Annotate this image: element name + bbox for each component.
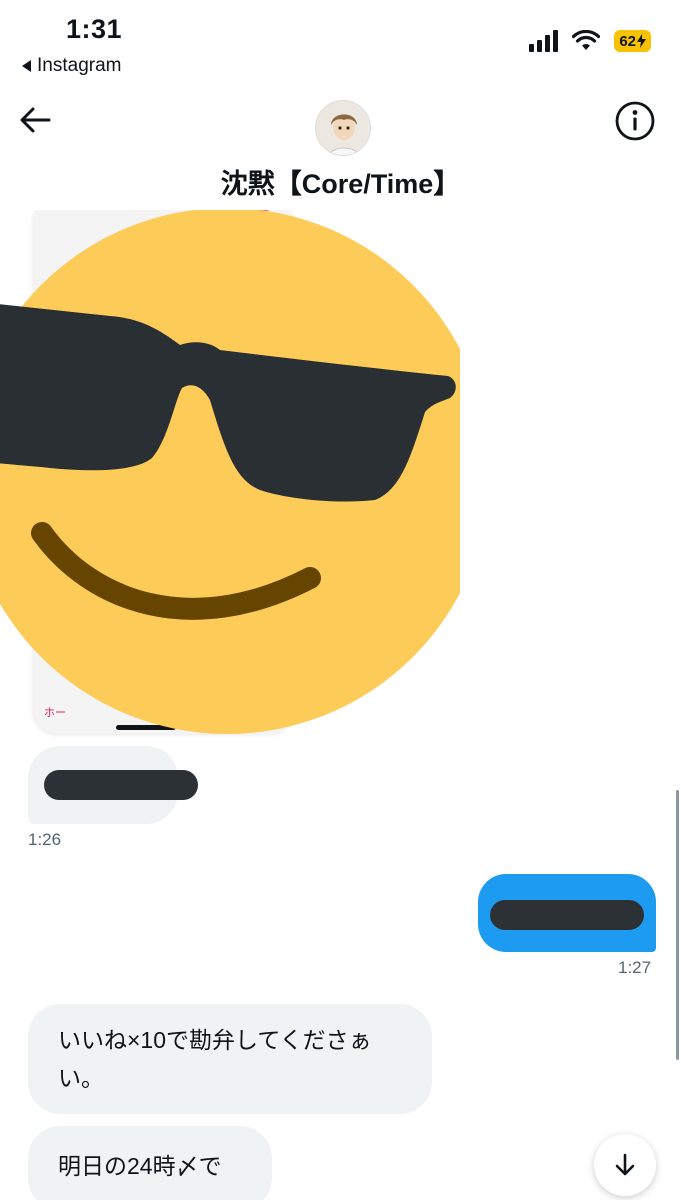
incoming-message[interactable]: いいね×10で勘弁してくださぁ い。 — [28, 1004, 432, 1114]
status-time: 1:31 — [66, 14, 123, 44]
message-text-line: い。 — [58, 1065, 104, 1091]
conversation-header: 沈黙【Core/Time】 — [0, 88, 681, 210]
message-text-line: いいね×10で勘弁してくださぁ — [58, 1027, 372, 1053]
status-indicators: 62 — [529, 30, 651, 52]
back-app-label: Instagram — [37, 55, 122, 76]
incoming-message-redacted[interactable] — [28, 746, 198, 824]
redaction-bar — [44, 770, 198, 800]
message-text-line: 明日の24時〆で — [58, 1153, 222, 1179]
message-list[interactable]: ホー 1:26 1:27 いいね×10で勘弁してくださぁ い。 明日の24時〆で — [0, 210, 681, 1200]
back-to-app-link[interactable]: Instagram — [22, 55, 121, 77]
battery-indicator: 62 — [614, 30, 651, 52]
message-timestamp: 1:26 — [28, 830, 62, 849]
message-timestamp: 1:27 — [618, 958, 652, 977]
scroll-to-bottom-button[interactable] — [594, 1134, 656, 1196]
wifi-icon — [572, 30, 601, 50]
incoming-message[interactable]: 明日の24時〆で — [28, 1126, 272, 1200]
redaction-bar — [490, 900, 644, 930]
cellular-signal-icon — [529, 30, 559, 52]
charging-bolt-icon — [637, 34, 646, 48]
battery-level: 62 — [619, 32, 636, 50]
scrollbar-thumb[interactable] — [676, 790, 679, 1060]
info-icon[interactable] — [614, 100, 656, 142]
sunglasses-emoji-sticker — [0, 210, 460, 734]
avatar[interactable] — [315, 100, 371, 156]
back-triangle-icon — [22, 60, 31, 72]
status-bar: 1:31 Instagram 62 — [0, 0, 681, 88]
back-arrow-icon[interactable] — [18, 102, 54, 138]
outgoing-message-redacted[interactable] — [478, 874, 656, 952]
conversation-title: 沈黙【Core/Time】 — [220, 169, 461, 199]
arrow-down-icon — [615, 1153, 635, 1176]
